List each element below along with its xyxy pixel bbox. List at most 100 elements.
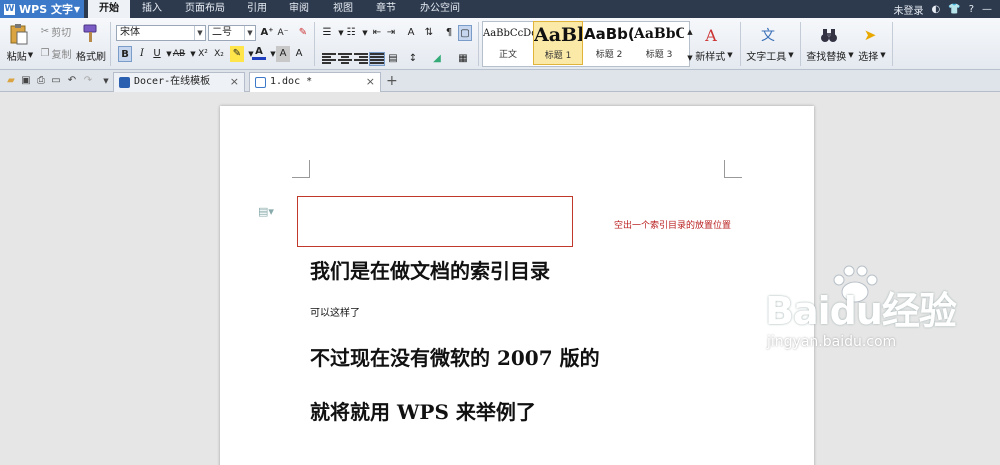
chevron-down-icon[interactable]: ▼ (194, 26, 205, 40)
select-button[interactable]: 选择 ▼ (856, 48, 888, 63)
justify-icon[interactable] (369, 52, 385, 66)
show-marks-icon[interactable]: ¶ (442, 25, 456, 41)
new-style-button[interactable]: 新样式 ▼ (692, 48, 736, 63)
redo-icon[interactable]: ↷ (82, 75, 94, 87)
tab-office-space[interactable]: 办公空间 (414, 0, 466, 18)
tab-references[interactable]: 引用 (240, 0, 274, 18)
ribbon-separator (478, 22, 479, 66)
gallery-scroll-up-icon[interactable]: ▲ (683, 24, 697, 40)
copy-label: 复制 (51, 49, 72, 61)
style-sample: AaBb( (584, 25, 634, 43)
style-heading-1[interactable]: AaBl 标题 1 (533, 21, 583, 65)
login-link[interactable]: 未登录 (894, 2, 924, 17)
skin-icon[interactable]: 👕 (948, 4, 960, 15)
chevron-down-icon[interactable]: ▼ (244, 26, 255, 40)
char-shading-icon[interactable]: A (276, 46, 290, 62)
distribute-icon[interactable]: ▤ (386, 51, 400, 67)
style-name: 标题 2 (595, 50, 623, 60)
theme-icon[interactable]: ◐ (932, 4, 941, 15)
font-size-combo[interactable]: 二号 ▼ (208, 25, 256, 41)
tab-home[interactable]: 开始 (88, 0, 130, 18)
decrease-indent-icon[interactable]: ⇤ (370, 25, 384, 41)
paste-icon[interactable] (6, 22, 32, 46)
tab-docer-templates[interactable]: Docer-在线模板 × (113, 72, 245, 92)
format-painter-icon[interactable] (80, 22, 100, 44)
binoculars-icon[interactable] (818, 24, 840, 46)
close-icon[interactable]: × (366, 73, 375, 91)
print-preview-icon[interactable]: ▭ (50, 75, 62, 87)
minimize-icon[interactable]: — (982, 4, 992, 15)
annotation-text: 空出一个索引目录的放置位置 (614, 221, 732, 231)
new-tab-icon[interactable]: + (386, 73, 398, 89)
app-menu-button[interactable]: W WPS 文字 ▼ (0, 0, 84, 18)
menu-bar: W WPS 文字 ▼ 开始 插入 页面布局 引用 审阅 视图 章节 办公空间 未… (0, 0, 1000, 18)
undo-icon[interactable]: ↶ (66, 75, 78, 87)
strikethrough-button[interactable]: AB (172, 46, 186, 62)
margin-corner-top-right (724, 160, 742, 178)
find-replace-button[interactable]: 查找替换 ▼ (804, 48, 856, 63)
tab-page-layout[interactable]: 页面布局 (180, 0, 230, 18)
cursor-select-icon[interactable]: ➤ (860, 24, 880, 46)
shrink-font-icon[interactable]: A⁻ (276, 25, 290, 41)
text-tools-icon[interactable]: 文 (756, 24, 780, 46)
sort-icon[interactable]: ⇅ (422, 25, 436, 41)
bold-button[interactable]: B (118, 46, 132, 62)
paste-button[interactable]: 粘贴 ▼ (4, 48, 36, 63)
copy-button[interactable]: ❐ 复制 (38, 46, 74, 61)
watermark-url: jingyan.baidu.com (767, 334, 897, 350)
tab-view[interactable]: 视图 (326, 0, 360, 18)
italic-button[interactable]: I (135, 46, 149, 62)
save-icon[interactable]: ▣ (20, 75, 32, 87)
font-color-button[interactable]: A (252, 46, 266, 60)
style-normal[interactable]: AaBbCcDd 正文 (483, 21, 533, 65)
align-left-icon[interactable] (322, 53, 336, 65)
document-tab-bar: ▰ ▣ ⎙ ▭ ↶ ↷ ▼ Docer-在线模板 × 1.doc * × + (0, 70, 1000, 92)
app-menu-label: WPS 文字 (19, 3, 73, 16)
page-frame-icon[interactable]: ▢ (458, 25, 472, 41)
menu-right-area: 未登录 ◐ 👕 ? — (894, 0, 993, 18)
body-paragraph: 可以这样了 (310, 308, 360, 319)
font-name-combo[interactable]: 宋体 ▼ (116, 25, 206, 41)
ribbon-separator (314, 22, 315, 66)
clear-format-icon[interactable]: ✎ (296, 25, 310, 41)
ribbon-separator (800, 22, 801, 66)
open-folder-icon[interactable]: ▰ (5, 75, 17, 87)
copy-icon: ❐ (40, 47, 50, 59)
line-spacing-icon[interactable]: ↕ (406, 51, 420, 67)
paste-label: 粘贴 (6, 51, 27, 63)
new-style-icon[interactable]: A (696, 24, 726, 46)
bullets-icon[interactable]: ☰ (320, 25, 334, 41)
style-heading-3[interactable]: AaBbC 标题 3 (634, 21, 684, 65)
paragraph-layout-icon[interactable]: ▤▾ (258, 205, 274, 218)
char-border-icon[interactable]: A (292, 46, 306, 62)
tab-insert[interactable]: 插入 (134, 0, 170, 18)
text-tools-button[interactable]: 文字工具 ▼ (744, 48, 796, 63)
tab-chapter[interactable]: 章节 (369, 0, 403, 18)
text-direction-icon[interactable]: A (404, 25, 418, 41)
chevron-down-icon[interactable]: ▼ (100, 75, 112, 87)
grow-font-icon[interactable]: A⁺ (260, 25, 274, 41)
borders-icon[interactable]: ▦ (456, 51, 470, 67)
watermark-title: Baidu经验 (765, 289, 957, 333)
tab-document[interactable]: 1.doc * × (249, 72, 381, 92)
shading-icon[interactable]: ◢ (430, 51, 444, 67)
scissors-icon: ✂ (40, 25, 50, 37)
increase-indent-icon[interactable]: ⇥ (384, 25, 398, 41)
format-painter-button[interactable]: 格式刷 (76, 48, 106, 63)
numbering-icon[interactable]: ☷ (344, 25, 358, 41)
align-center-icon[interactable] (338, 53, 352, 65)
cut-button[interactable]: ✂ 剪切 (38, 24, 74, 39)
tab-review[interactable]: 审阅 (282, 0, 316, 18)
align-right-icon[interactable] (354, 53, 368, 65)
help-icon[interactable]: ? (969, 4, 974, 15)
close-icon[interactable]: × (230, 73, 239, 91)
highlight-icon[interactable]: ✎ (230, 46, 244, 62)
index-placeholder-box (297, 196, 573, 247)
subscript-button[interactable]: X₂ (212, 46, 226, 62)
cut-label: 剪切 (51, 27, 72, 39)
docer-icon (119, 77, 130, 88)
style-heading-2[interactable]: AaBb( 标题 2 (584, 21, 634, 65)
superscript-button[interactable]: X² (196, 46, 210, 62)
style-name: 正文 (498, 50, 517, 60)
print-icon[interactable]: ⎙ (35, 75, 47, 87)
